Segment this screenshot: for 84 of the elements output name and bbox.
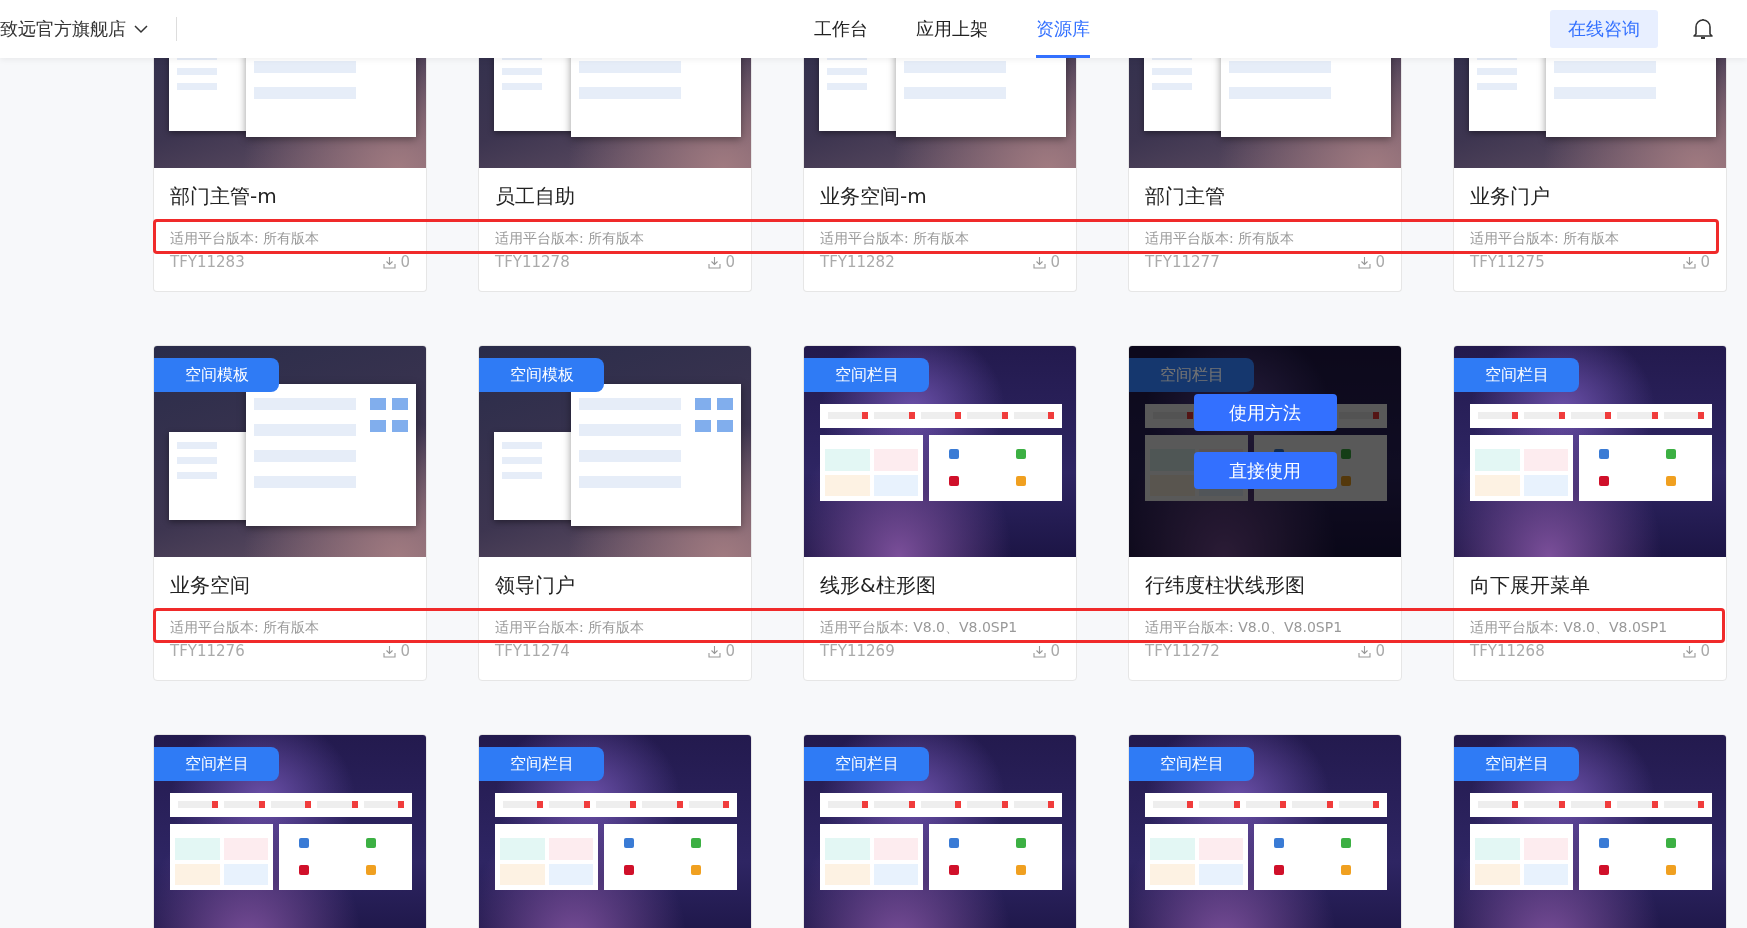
download-count: 0 — [725, 253, 735, 271]
nav-tab[interactable]: 工作台 — [814, 0, 868, 58]
card-title: 部门主管 — [1145, 183, 1226, 210]
template-card[interactable]: 空间栏目 — [1128, 734, 1402, 928]
card-title: 业务空间 — [170, 572, 251, 599]
version-text: 适用平台版本: V8.0、V8.0SP1 — [1145, 618, 1344, 637]
download-count: 0 — [1050, 253, 1060, 271]
download-icon — [708, 255, 722, 269]
nav-tab[interactable]: 资源库 — [1036, 0, 1090, 58]
card-title: 员工自助 — [495, 183, 576, 210]
download-count: 0 — [725, 642, 735, 660]
download-count: 0 — [1050, 642, 1060, 660]
download-icon — [1033, 644, 1047, 658]
card-title: 业务空间-m — [820, 183, 928, 210]
template-card[interactable]: 空间模板 领导门户 适用平台版本: 所有版本 TFY11274 0 — [478, 345, 752, 681]
template-card[interactable]: 员工自助 适用平台版本: 所有版本 TFY11278 0 — [478, 58, 752, 292]
category-tag: 空间模板 — [479, 358, 604, 392]
category-tag: 空间栏目 — [1454, 747, 1579, 781]
template-code: TFY11282 — [820, 253, 895, 271]
action-button[interactable]: 使用方法 — [1193, 394, 1337, 431]
download-icon — [708, 644, 722, 658]
template-code: TFY11274 — [495, 642, 570, 660]
download-count: 0 — [400, 642, 410, 660]
template-card[interactable]: 业务门户 适用平台版本: 所有版本 TFY11275 0 — [1453, 58, 1727, 292]
store-selector[interactable]: 致远官方旗舰店 — [0, 17, 148, 41]
card-title: 向下展开菜单 — [1470, 572, 1591, 599]
version-text: 适用平台版本: 所有版本 — [1145, 229, 1296, 248]
download-count: 0 — [1375, 642, 1385, 660]
category-tag: 空间栏目 — [804, 358, 929, 392]
template-code: TFY11269 — [820, 642, 895, 660]
download-icon — [1683, 644, 1697, 658]
nav-tab[interactable]: 应用上架 — [916, 0, 988, 58]
version-text: 适用平台版本: 所有版本 — [170, 229, 321, 248]
category-tag: 空间栏目 — [154, 747, 279, 781]
category-tag: 空间栏目 — [1454, 358, 1579, 392]
template-code: TFY11277 — [1145, 253, 1220, 271]
template-card[interactable]: 空间栏目 — [803, 734, 1077, 928]
category-tag: 空间栏目 — [479, 747, 604, 781]
card-title: 部门主管-m — [170, 183, 278, 210]
card-title: 领导门户 — [495, 572, 576, 599]
template-code: TFY11272 — [1145, 642, 1220, 660]
version-text: 适用平台版本: V8.0、V8.0SP1 — [820, 618, 1019, 637]
version-text: 适用平台版本: 所有版本 — [495, 618, 646, 637]
download-icon — [383, 644, 397, 658]
template-card[interactable]: 空间栏目 — [1453, 734, 1727, 928]
version-text: 适用平台版本: 所有版本 — [170, 618, 321, 637]
download-icon — [1358, 644, 1372, 658]
template-card[interactable]: 空间模板 业务空间 适用平台版本: 所有版本 TFY11276 0 — [153, 345, 427, 681]
action-button[interactable]: 直接使用 — [1193, 452, 1337, 489]
download-icon — [1033, 255, 1047, 269]
download-icon — [1683, 255, 1697, 269]
template-code: TFY11275 — [1470, 253, 1545, 271]
download-icon — [1358, 255, 1372, 269]
template-card[interactable]: 业务空间-m 适用平台版本: 所有版本 TFY11282 0 — [803, 58, 1077, 292]
template-code: TFY11278 — [495, 253, 570, 271]
download-count: 0 — [400, 253, 410, 271]
chevron-down-icon — [134, 24, 148, 34]
template-card[interactable]: 空间栏目 — [153, 734, 427, 928]
version-text: 适用平台版本: 所有版本 — [495, 229, 646, 248]
template-code: TFY11276 — [170, 642, 245, 660]
download-icon — [383, 255, 397, 269]
category-tag: 空间模板 — [154, 358, 279, 392]
download-count: 0 — [1700, 642, 1710, 660]
template-code: TFY11268 — [1470, 642, 1545, 660]
card-title: 线形&柱形图 — [820, 572, 937, 599]
download-count: 0 — [1375, 253, 1385, 271]
version-text: 适用平台版本: 所有版本 — [1470, 229, 1621, 248]
consult-button[interactable]: 在线咨询 — [1550, 10, 1658, 48]
download-count: 0 — [1700, 253, 1710, 271]
card-title: 业务门户 — [1470, 183, 1551, 210]
category-tag: 空间栏目 — [1129, 358, 1254, 392]
template-card[interactable]: 空间栏目 — [478, 734, 752, 928]
version-text: 适用平台版本: 所有版本 — [820, 229, 971, 248]
card-title: 行纬度柱状线形图 — [1145, 572, 1306, 599]
category-tag: 空间栏目 — [1129, 747, 1254, 781]
bell-icon[interactable] — [1692, 17, 1714, 41]
version-text: 适用平台版本: V8.0、V8.0SP1 — [1470, 618, 1669, 637]
template-card[interactable]: 部门主管-m 适用平台版本: 所有版本 TFY11283 0 — [153, 58, 427, 292]
category-tag: 空间栏目 — [804, 747, 929, 781]
template-card[interactable]: 空间栏目 向下展开菜单 适用平台版本: V8.0、V8.0SP1 TFY11268 0 — [1453, 345, 1727, 681]
template-card[interactable]: 部门主管 适用平台版本: 所有版本 TFY11277 0 — [1128, 58, 1402, 292]
template-card[interactable]: 空间栏目 线形&柱形图 适用平台版本: V8.0、V8.0SP1 TFY11269 0 — [803, 345, 1077, 681]
template-code: TFY11283 — [170, 253, 245, 271]
template-card[interactable]: 空间栏目 使用方法 直接使用 行纬度柱状线形图 适用平台版本: V8.0、V8.0SP1 TFY11272 0 — [1128, 345, 1402, 681]
